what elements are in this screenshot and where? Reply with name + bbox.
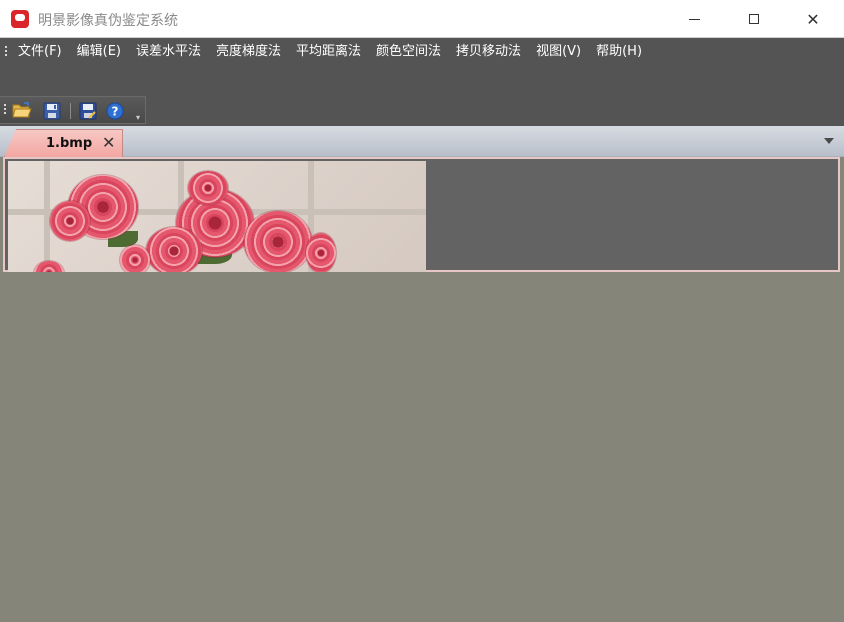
menu-color-space[interactable]: 颜色空间法 bbox=[372, 44, 445, 62]
maximize-icon bbox=[749, 14, 759, 24]
folder-open-icon bbox=[12, 102, 32, 118]
toolbar-grip[interactable] bbox=[4, 104, 6, 116]
document-tab-strip: 1.bmp ✕ bbox=[0, 126, 844, 157]
help-button[interactable]: ? bbox=[105, 101, 125, 120]
menu-bar: 文件(F) 编辑(E) 误差水平法 亮度梯度法 平均距离法 颜色空间法 拷贝移动… bbox=[14, 44, 653, 62]
menu-average-distance[interactable]: 平均距离法 bbox=[292, 44, 365, 62]
tab-1-bmp[interactable]: 1.bmp ✕ bbox=[4, 129, 123, 157]
minimize-icon bbox=[688, 18, 700, 20]
tab-dropdown-icon[interactable] bbox=[824, 138, 834, 144]
help-icon: ? bbox=[106, 102, 124, 119]
menu-help[interactable]: 帮助(H) bbox=[592, 44, 646, 62]
image-canvas[interactable] bbox=[8, 161, 426, 274]
menu-edit[interactable]: 编辑(E) bbox=[73, 44, 125, 62]
rose-flower bbox=[188, 171, 228, 205]
close-icon: ✕ bbox=[806, 9, 820, 29]
menu-error-level[interactable]: 误差水平法 bbox=[132, 44, 205, 62]
save-button[interactable] bbox=[42, 101, 62, 120]
toolbar: ? ▾ bbox=[0, 96, 146, 124]
menu-view[interactable]: 视图(V) bbox=[532, 44, 585, 62]
rose-flower bbox=[306, 233, 336, 273]
close-button[interactable]: ✕ bbox=[790, 0, 836, 38]
toolbar-separator bbox=[70, 103, 71, 119]
rose-flower bbox=[244, 211, 312, 273]
menubar-grip[interactable] bbox=[5, 46, 7, 58]
tab-close-icon[interactable]: ✕ bbox=[102, 133, 115, 152]
minimize-button[interactable] bbox=[671, 0, 717, 38]
menu-file[interactable]: 文件(F) bbox=[14, 44, 66, 62]
menu-toolbar-area: 文件(F) 编辑(E) 误差水平法 亮度梯度法 平均距离法 颜色空间法 拷贝移动… bbox=[0, 38, 844, 126]
save-as-button[interactable] bbox=[78, 101, 98, 120]
svg-text:?: ? bbox=[112, 104, 119, 118]
save-as-icon bbox=[79, 102, 97, 119]
window-title: 明景影像真伪鉴定系统 bbox=[38, 13, 178, 29]
document-workspace bbox=[3, 157, 840, 274]
open-button[interactable] bbox=[12, 101, 32, 120]
rose-flower bbox=[146, 227, 202, 274]
rose-flower bbox=[50, 201, 90, 241]
toolbar-overflow-icon[interactable]: ▾ bbox=[136, 114, 140, 122]
save-icon bbox=[43, 102, 61, 119]
rose-flower bbox=[120, 245, 150, 274]
blank-region bbox=[0, 272, 844, 622]
title-bar: 明景影像真伪鉴定系统 ✕ bbox=[0, 0, 844, 38]
tab-label: 1.bmp bbox=[46, 136, 93, 151]
menu-copy-move[interactable]: 拷贝移动法 bbox=[452, 44, 525, 62]
app-logo-icon bbox=[11, 10, 29, 28]
maximize-button[interactable] bbox=[731, 0, 777, 38]
menu-luminance-gradient[interactable]: 亮度梯度法 bbox=[212, 44, 285, 62]
